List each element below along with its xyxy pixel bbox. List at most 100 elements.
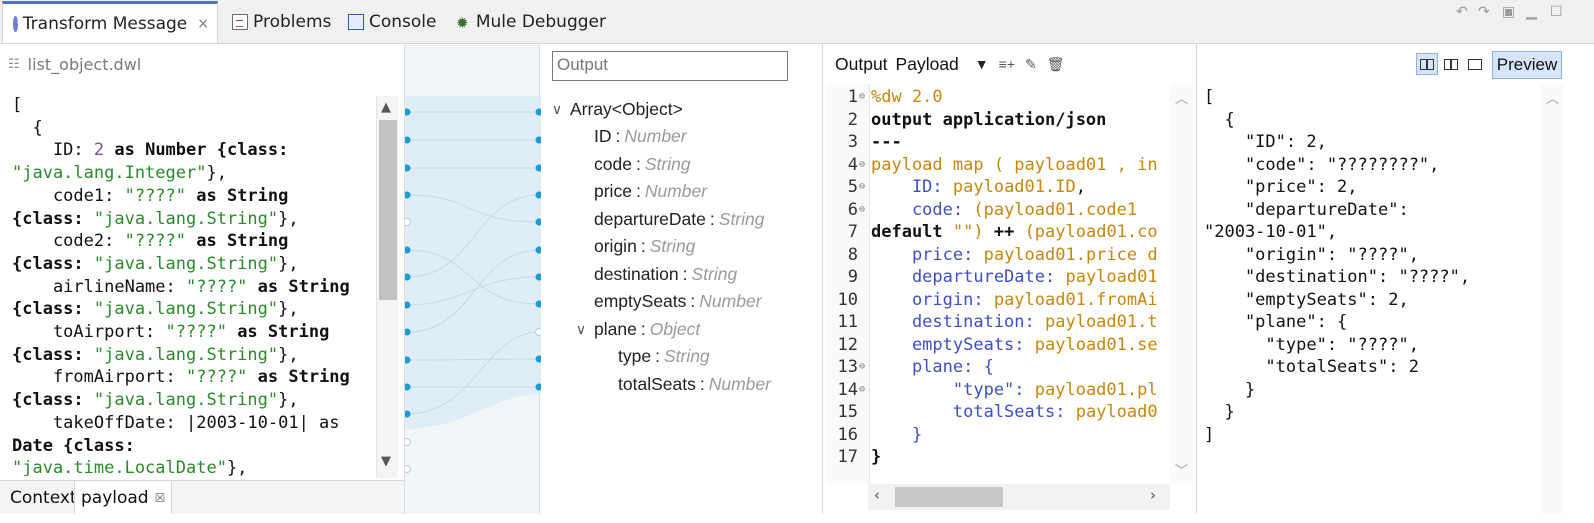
- code-token: },: [278, 344, 299, 365]
- dataweave-script-editor[interactable]: 1 ⊖ %dw 2.0 2 output application/json 3 --- 4 ⊖ p…: [826, 84, 1168, 484]
- delete-icon[interactable]: 🗑: [1047, 56, 1065, 73]
- code-line: code2: "????" as String: [12, 230, 374, 253]
- tree-node-code[interactable]: code: String: [594, 151, 691, 177]
- tab-transform-message[interactable]: Transform Message ×: [2, 1, 218, 43]
- code-token: as String: [226, 322, 330, 343]
- code-token: code1:: [12, 185, 125, 206]
- pane-divider[interactable]: [1196, 44, 1197, 514]
- tree-node-totalseats[interactable]: totalSeats: Number: [618, 371, 771, 397]
- fold-icon[interactable]: ⊖: [859, 86, 865, 109]
- scrollbar-thumb[interactable]: [895, 487, 1003, 507]
- line-text: price: payload01.price d: [871, 244, 1158, 267]
- preview-line: "emptySeats": 2,: [1204, 289, 1409, 310]
- output-port-dot-empty[interactable]: [535, 328, 542, 336]
- tree-node-emptyseats[interactable]: emptySeats: Number: [594, 289, 762, 315]
- script-line: 6 ⊖ code: (payload01.code1: [826, 199, 1168, 222]
- preview-output[interactable]: [ { "ID": 2, "code": "????????", "price"…: [1198, 84, 1538, 514]
- mapping-canvas[interactable]: [404, 44, 542, 514]
- line-number: 4: [847, 154, 858, 175]
- input-port-dot-empty[interactable]: [405, 438, 411, 446]
- input-sample-editor[interactable]: [ { ID: 2 as Number {class: "java.lang.In…: [12, 94, 374, 476]
- code-token: 2: [93, 140, 105, 161]
- script-vertical-scrollbar[interactable]: ︿ ﹀: [1170, 84, 1192, 484]
- edit-icon[interactable]: ✎: [1025, 56, 1037, 73]
- preview-line: }: [1204, 402, 1235, 422]
- script-line: 12 emptySeats: payload01.se: [826, 334, 1168, 357]
- fold-icon[interactable]: ⊖: [859, 154, 865, 177]
- tree-node-origin[interactable]: origin: String: [594, 234, 695, 260]
- tree-node-type[interactable]: type: String: [618, 344, 710, 370]
- tab-console[interactable]: Console: [338, 2, 442, 42]
- tab-mule-debugger[interactable]: ✹ Mule Debugger: [446, 2, 606, 42]
- tab-payload[interactable]: payload ☒: [74, 481, 173, 514]
- maximize-icon[interactable]: ☐: [1550, 4, 1563, 20]
- scroll-left-icon[interactable]: ‹: [874, 486, 880, 504]
- code-token: ++: [983, 222, 1025, 242]
- close-icon[interactable]: ×: [197, 16, 209, 32]
- tree-node-plane[interactable]: ∨ plane: Object: [572, 316, 700, 342]
- script-horizontal-scrollbar[interactable]: ‹ ›: [868, 484, 1170, 510]
- close-icon[interactable]: ☒: [155, 491, 166, 505]
- scrollbar-thumb[interactable]: [379, 120, 397, 300]
- forward-icon[interactable]: ↷: [1478, 4, 1490, 20]
- code-token: },: [206, 163, 227, 184]
- fold-icon[interactable]: ⊖: [859, 176, 865, 199]
- add-target-icon[interactable]: ≡+: [999, 56, 1015, 72]
- line-text: plane: {: [871, 356, 994, 379]
- chevron-down-icon[interactable]: ∨: [548, 101, 566, 118]
- code-token: }: [871, 447, 882, 467]
- tree-node-price[interactable]: price: Number: [594, 179, 707, 205]
- chevron-down-icon[interactable]: ∨: [572, 321, 590, 338]
- code-token: ID:: [871, 177, 953, 197]
- output-search-field[interactable]: Output: [552, 51, 788, 81]
- code-token: "????": [186, 367, 248, 388]
- scroll-up-icon[interactable]: ︿: [1175, 88, 1188, 107]
- fold-icon[interactable]: ⊖: [859, 199, 865, 222]
- input-port-dot-empty[interactable]: [405, 218, 411, 226]
- scroll-down-icon[interactable]: ▼: [381, 454, 391, 469]
- preview-line: "destination": "????",: [1204, 267, 1471, 287]
- script-line: 10 origin: payload01.fromAi: [826, 289, 1168, 312]
- code-token: as Number {class:: [104, 140, 289, 161]
- scroll-up-icon[interactable]: ︿: [1546, 88, 1559, 107]
- tab-label: Console: [369, 12, 437, 32]
- layout-split-button[interactable]: [1440, 53, 1462, 75]
- code-line: [: [12, 94, 374, 117]
- preview-line: ]: [1204, 424, 1215, 445]
- minimize-icon[interactable]: ▁: [1526, 4, 1537, 20]
- save-icon[interactable]: ▣: [1502, 4, 1515, 20]
- tab-context[interactable]: Context: [4, 481, 83, 514]
- pane-divider[interactable]: [822, 44, 823, 514]
- fold-icon[interactable]: ⊖: [859, 379, 865, 402]
- layout-source-preview-button[interactable]: [1416, 53, 1438, 75]
- input-port-dot-empty[interactable]: [405, 465, 411, 473]
- tree-node-type: String: [644, 153, 691, 174]
- code-token: airlineName:: [12, 276, 186, 297]
- output-label: Output: [835, 53, 888, 74]
- scroll-right-icon[interactable]: ›: [1150, 486, 1156, 504]
- code-token: payload01.fromAi: [993, 289, 1158, 310]
- tab-label: Mule Debugger: [475, 12, 606, 32]
- tree-node-departuredate[interactable]: departureDate: String: [594, 206, 764, 232]
- code-token: payload01: [1065, 267, 1158, 287]
- tree-node-array-object[interactable]: ∨ Array<Object>: [548, 96, 683, 122]
- scroll-down-icon[interactable]: ﹀: [1175, 460, 1188, 479]
- fold-icon[interactable]: ⊖: [859, 356, 865, 379]
- layout-single-button[interactable]: [1464, 53, 1486, 75]
- tree-node-id[interactable]: ID: Number: [594, 124, 687, 150]
- back-icon[interactable]: ↶: [1456, 4, 1468, 20]
- code-token: },: [278, 253, 299, 274]
- tree-node-destination[interactable]: destination: String: [594, 261, 737, 287]
- tab-label: Problems: [253, 12, 332, 32]
- code-token: (payload01.co: [1024, 222, 1158, 242]
- target-dropdown-icon[interactable]: ▼: [975, 56, 989, 72]
- scroll-up-icon[interactable]: ▲: [381, 100, 391, 115]
- input-vertical-scrollbar[interactable]: ▲ ▼: [376, 96, 398, 478]
- transform-icon: [13, 15, 24, 32]
- preview-line: "plane": {: [1204, 312, 1348, 332]
- tree-node-type: String: [718, 208, 765, 229]
- script-line: 1 ⊖ %dw 2.0: [826, 86, 1168, 109]
- preview-button[interactable]: Preview: [1492, 51, 1562, 79]
- preview-vertical-scrollbar[interactable]: ︿: [1540, 84, 1564, 514]
- tab-problems[interactable]: Problems: [222, 2, 334, 42]
